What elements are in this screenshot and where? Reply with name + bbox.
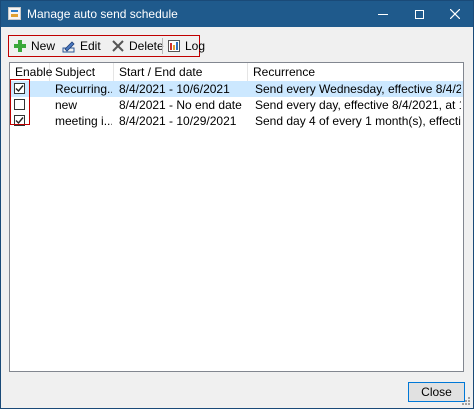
close-button[interactable]: Close bbox=[408, 382, 465, 402]
window-close-button[interactable] bbox=[437, 1, 473, 27]
edit-button[interactable]: Edit bbox=[62, 37, 101, 55]
new-button[interactable]: New bbox=[13, 37, 55, 55]
checkmark-icon bbox=[15, 85, 24, 93]
plus-icon bbox=[14, 40, 26, 52]
delete-button[interactable]: Delete bbox=[111, 37, 164, 55]
row-subject: meeting i... bbox=[55, 114, 112, 128]
edit-button-label: Edit bbox=[80, 39, 101, 53]
enable-checkbox[interactable] bbox=[14, 115, 25, 126]
schedule-list[interactable]: Enable Subject Start / End date Recurren… bbox=[9, 62, 464, 372]
table-row[interactable]: Recurring... 8/4/2021 - 10/6/2021 Send e… bbox=[10, 81, 463, 97]
window-title: Manage auto send schedule bbox=[27, 7, 178, 21]
minimize-button[interactable] bbox=[365, 1, 401, 27]
enable-checkbox[interactable] bbox=[14, 83, 25, 94]
table-row[interactable]: meeting i... 8/4/2021 - 10/29/2021 Send … bbox=[10, 113, 463, 129]
minimize-icon bbox=[378, 13, 388, 15]
resize-grip-icon[interactable] bbox=[461, 396, 471, 406]
log-button-label: Log bbox=[185, 39, 206, 53]
toolbar-separator bbox=[162, 38, 163, 54]
row-recurrence: Send day 4 of every 1 month(s), effectiv… bbox=[255, 114, 461, 128]
row-subject: new bbox=[55, 98, 78, 112]
title-bar[interactable]: Manage auto send schedule bbox=[1, 1, 473, 27]
enable-checkbox[interactable] bbox=[14, 99, 25, 110]
log-button[interactable]: Log bbox=[167, 37, 205, 55]
row-recurrence: Send every Wednesday, effective 8/4/2021… bbox=[255, 82, 461, 96]
row-subject: Recurring... bbox=[55, 82, 112, 96]
app-icon bbox=[8, 7, 21, 20]
checkmark-icon bbox=[15, 117, 24, 125]
column-header-recurrence[interactable]: Recurrence bbox=[248, 63, 463, 81]
delete-button-label: Delete bbox=[129, 39, 164, 53]
row-dates: 8/4/2021 - 10/29/2021 bbox=[119, 114, 237, 128]
column-header-enable[interactable]: Enable bbox=[10, 63, 52, 81]
x-icon bbox=[112, 40, 124, 52]
table-row[interactable]: new 8/4/2021 - No end date Send every da… bbox=[10, 97, 463, 113]
row-recurrence: Send every day, effective 8/4/2021, at 1… bbox=[255, 98, 461, 112]
list-header: Enable Subject Start / End date Recurren… bbox=[10, 63, 463, 82]
log-icon bbox=[168, 40, 180, 52]
pencil-icon bbox=[62, 41, 75, 53]
new-button-label: New bbox=[31, 39, 56, 53]
toolbar: New Edit Delete Log bbox=[8, 35, 205, 57]
row-dates: 8/4/2021 - No end date bbox=[119, 98, 242, 112]
close-icon bbox=[449, 8, 461, 20]
maximize-button[interactable] bbox=[401, 1, 437, 27]
schedule-window: Manage auto send schedule New Edit Delet… bbox=[0, 0, 474, 409]
column-header-subject[interactable]: Subject bbox=[50, 63, 114, 81]
maximize-icon bbox=[414, 9, 424, 19]
column-header-dates[interactable]: Start / End date bbox=[114, 63, 248, 81]
row-dates: 8/4/2021 - 10/6/2021 bbox=[119, 82, 230, 96]
